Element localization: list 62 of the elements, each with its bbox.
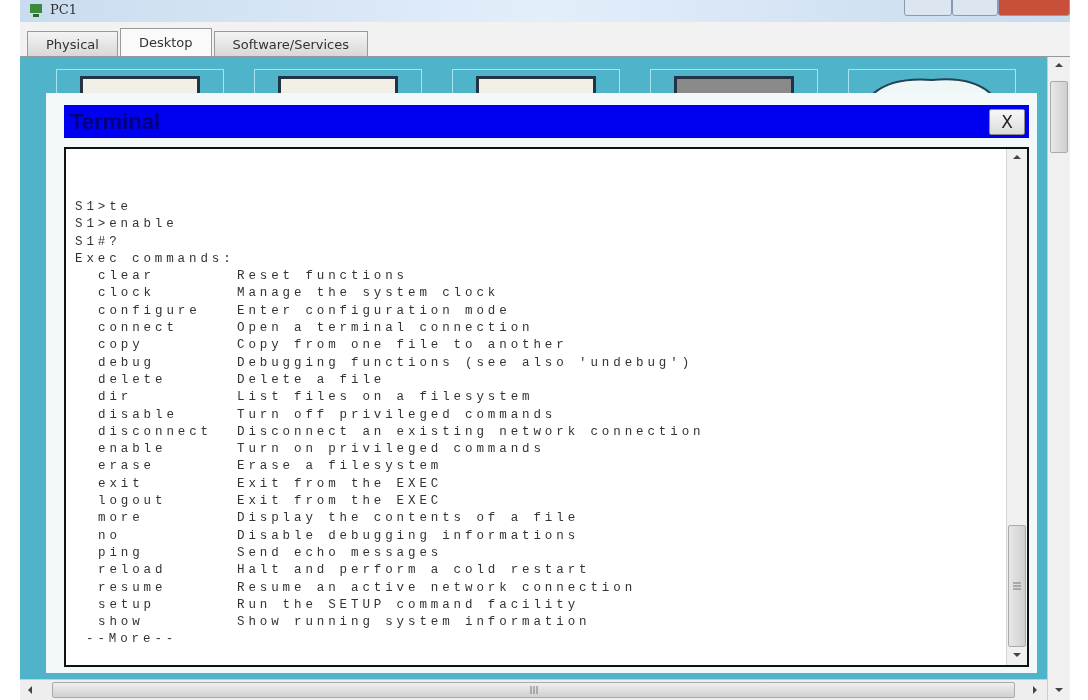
command-description: Exit from the EXEC	[237, 475, 444, 493]
terminal-line: Exec commands:	[75, 250, 236, 268]
command-description: Send echo messages	[237, 544, 444, 562]
grip-icon	[1013, 582, 1021, 590]
more-prompt: --More--	[85, 631, 179, 649]
command-name: configure	[98, 302, 202, 320]
command-description: Copy from one file to another	[237, 337, 569, 355]
tab[interactable]: Physical	[27, 31, 118, 56]
command-name: show	[98, 614, 145, 632]
command-name: logout	[98, 493, 168, 511]
command-description: Run the SETUP command facility	[237, 596, 581, 614]
command-name: disable	[98, 406, 179, 424]
scroll-thumb[interactable]	[1050, 81, 1068, 153]
command-name: resume	[98, 579, 168, 597]
command-description: Disable debugging informations	[237, 527, 581, 545]
command-name: ping	[98, 544, 145, 562]
grip-icon	[529, 686, 538, 694]
command-name: enable	[98, 441, 168, 459]
command-description: Halt and perform a cold restart	[237, 562, 592, 580]
command-description: Debugging functions (see also 'undebug')	[237, 354, 695, 372]
command-description: Display the contents of a file	[237, 510, 581, 528]
terminal-line: S1>enable	[75, 216, 179, 234]
scroll-thumb[interactable]	[52, 682, 1015, 698]
terminal-line: S1>te	[75, 199, 133, 216]
command-description: Show running system information	[237, 614, 592, 632]
command-name: no	[98, 527, 122, 545]
command-description: Turn on privileged commands	[237, 441, 546, 459]
command-name: delete	[98, 371, 168, 389]
command-name: reload	[98, 562, 168, 580]
command-name: disconnect	[98, 423, 213, 441]
terminal-title: Terminal	[70, 108, 161, 135]
command-name: debug	[98, 354, 156, 372]
command-name: clear	[98, 268, 156, 286]
command-name: erase	[98, 458, 156, 476]
command-description: Exit from the EXEC	[237, 493, 444, 511]
window-title: PC1	[50, 2, 77, 18]
computer-icon	[28, 2, 44, 18]
command-description: Turn off privileged commands	[237, 406, 558, 424]
command-description: Reset functions	[237, 268, 410, 286]
command-description: List files on a filesystem	[237, 389, 535, 407]
command-description: Resume an active network connection	[237, 579, 638, 597]
command-description: Delete a file	[237, 371, 387, 389]
command-name: setup	[98, 596, 156, 614]
command-description: Open a terminal connection	[237, 320, 535, 338]
command-name: dir	[98, 389, 134, 407]
tab[interactable]: Desktop	[119, 28, 212, 56]
command-description: Manage the system clock	[237, 285, 501, 303]
terminal-scrollbar[interactable]	[1006, 149, 1027, 665]
vertical-scrollbar[interactable]	[1047, 57, 1070, 700]
command-name: connect	[98, 320, 179, 338]
close-button[interactable]: X	[989, 108, 1025, 135]
scroll-thumb[interactable]	[1008, 525, 1026, 647]
horizontal-scrollbar[interactable]	[20, 679, 1047, 700]
command-name: clock	[98, 285, 156, 303]
command-description: Erase a filesystem	[237, 458, 444, 476]
command-name: more	[98, 510, 145, 528]
command-name: copy	[98, 337, 145, 355]
terminal-line: S1#?	[75, 233, 122, 251]
command-description: Enter configuration mode	[237, 302, 512, 320]
command-name: exit	[98, 475, 145, 493]
command-description: Disconnect an existing network connection	[237, 423, 706, 441]
tab[interactable]: Software/Services	[213, 31, 369, 56]
